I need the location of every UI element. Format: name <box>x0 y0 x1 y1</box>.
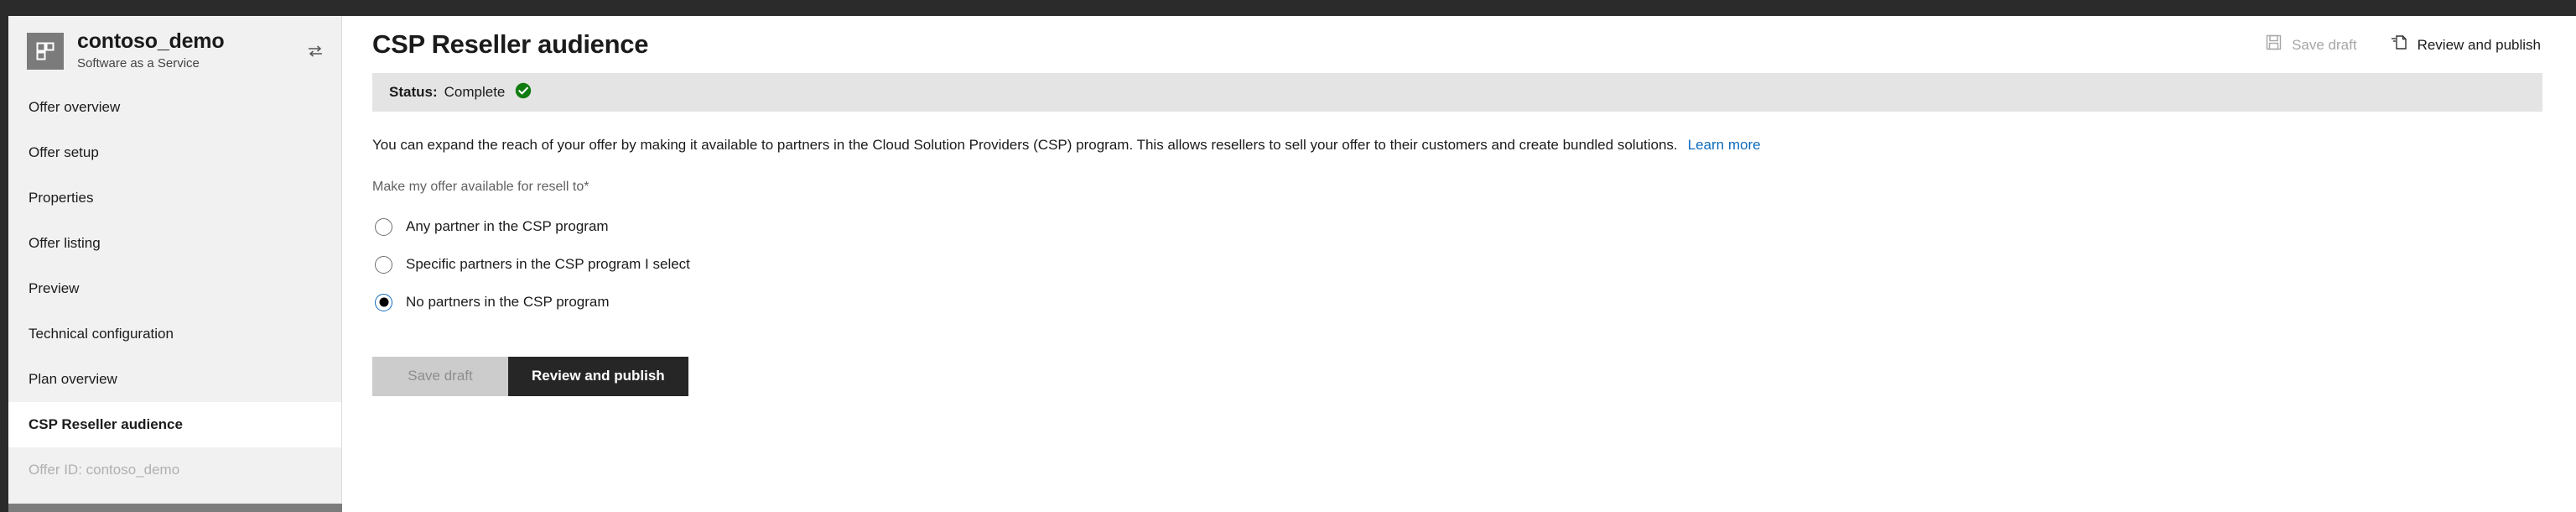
sidebar-offer-id-label: Offer ID: contoso_demo <box>29 462 180 478</box>
sidebar-nav: Offer overview Offer setup Properties Of… <box>8 85 341 493</box>
resell-radio-group: Any partner in the CSP program Specific … <box>372 208 2542 321</box>
sidebar-item-label: Plan overview <box>29 371 117 387</box>
app-identity: contoso_demo Software as a Service <box>77 29 301 73</box>
description-text: You can expand the reach of your offer b… <box>372 137 1678 153</box>
sidebar-item-label: CSP Reseller audience <box>29 416 183 432</box>
sidebar-item-technical-configuration[interactable]: Technical configuration <box>8 311 341 357</box>
description-paragraph: You can expand the reach of your offer b… <box>372 135 2542 156</box>
form-actions: Save draft Review and publish <box>372 356 2542 396</box>
collapse-panel-icon[interactable] <box>301 37 330 65</box>
sidebar-horizontal-scrollbar[interactable] <box>8 503 342 512</box>
header-review-publish-button[interactable]: Review and publish <box>2389 31 2542 58</box>
radio-mark-selected-icon <box>375 293 392 311</box>
sidebar-item-plan-overview[interactable]: Plan overview <box>8 357 341 402</box>
radio-label: Specific partners in the CSP program I s… <box>406 256 690 273</box>
radio-label: No partners in the CSP program <box>406 294 610 311</box>
save-floppy-icon <box>2266 34 2282 55</box>
radio-specific-partners[interactable]: Specific partners in the CSP program I s… <box>372 246 690 284</box>
required-marker: * <box>584 179 589 194</box>
sidebar-header: contoso_demo Software as a Service <box>8 16 341 85</box>
app-name: contoso_demo <box>77 29 225 53</box>
window-top-chrome <box>0 0 2576 16</box>
status-badge: Status: Complete <box>372 73 2542 112</box>
review-and-publish-button[interactable]: Review and publish <box>508 356 688 396</box>
main-header: CSP Reseller audience Save draft Review … <box>342 16 2576 73</box>
app-shell: contoso_demo Software as a Service Offer… <box>8 16 2576 512</box>
sidebar-item-offer-overview[interactable]: Offer overview <box>8 85 341 130</box>
sidebar: contoso_demo Software as a Service Offer… <box>8 16 342 512</box>
app-subtitle: Software as a Service <box>77 56 200 71</box>
radio-label: Any partner in the CSP program <box>406 218 609 235</box>
sidebar-item-label: Offer setup <box>29 144 99 160</box>
resell-field-label-text: Make my offer available for resell to <box>372 179 584 194</box>
sidebar-item-label: Preview <box>29 280 80 296</box>
radio-mark-icon <box>375 217 392 236</box>
command-bar: Save draft Review and publish <box>2264 31 2542 58</box>
save-draft-button[interactable]: Save draft <box>372 356 508 396</box>
sidebar-item-offer-setup[interactable]: Offer setup <box>8 130 341 175</box>
sidebar-offer-id: Offer ID: contoso_demo <box>8 447 341 493</box>
page-title: CSP Reseller audience <box>372 29 649 59</box>
window-left-chrome <box>0 16 8 512</box>
offer-grid-icon <box>27 33 64 70</box>
form-content: You can expand the reach of your offer b… <box>342 112 2576 396</box>
sidebar-item-preview[interactable]: Preview <box>8 266 341 311</box>
sidebar-item-properties[interactable]: Properties <box>8 175 341 221</box>
sidebar-item-label: Offer listing <box>29 235 101 251</box>
scrollbar-thumb[interactable] <box>8 504 342 512</box>
sidebar-item-label: Properties <box>29 190 94 206</box>
main-content: CSP Reseller audience Save draft Review … <box>342 16 2576 512</box>
sidebar-item-csp-reseller-audience[interactable]: CSP Reseller audience <box>8 402 341 447</box>
status-value: Complete <box>444 84 506 100</box>
header-review-publish-label: Review and publish <box>2417 36 2541 53</box>
status-label: Status: <box>389 84 438 100</box>
resell-field-label: Make my offer available for resell to* <box>372 180 2542 195</box>
radio-mark-icon <box>375 255 392 274</box>
radio-no-partners[interactable]: No partners in the CSP program <box>372 284 610 321</box>
sidebar-item-offer-listing[interactable]: Offer listing <box>8 221 341 266</box>
learn-more-link[interactable]: Learn more <box>1688 137 1761 153</box>
header-save-draft-button[interactable]: Save draft <box>2264 31 2359 58</box>
header-save-draft-label: Save draft <box>2292 36 2357 53</box>
radio-any-partner[interactable]: Any partner in the CSP program <box>372 208 609 246</box>
sidebar-item-label: Offer overview <box>29 99 121 115</box>
publish-document-icon <box>2391 34 2407 55</box>
sidebar-item-label: Technical configuration <box>29 326 174 342</box>
green-check-circle-icon <box>515 82 532 103</box>
